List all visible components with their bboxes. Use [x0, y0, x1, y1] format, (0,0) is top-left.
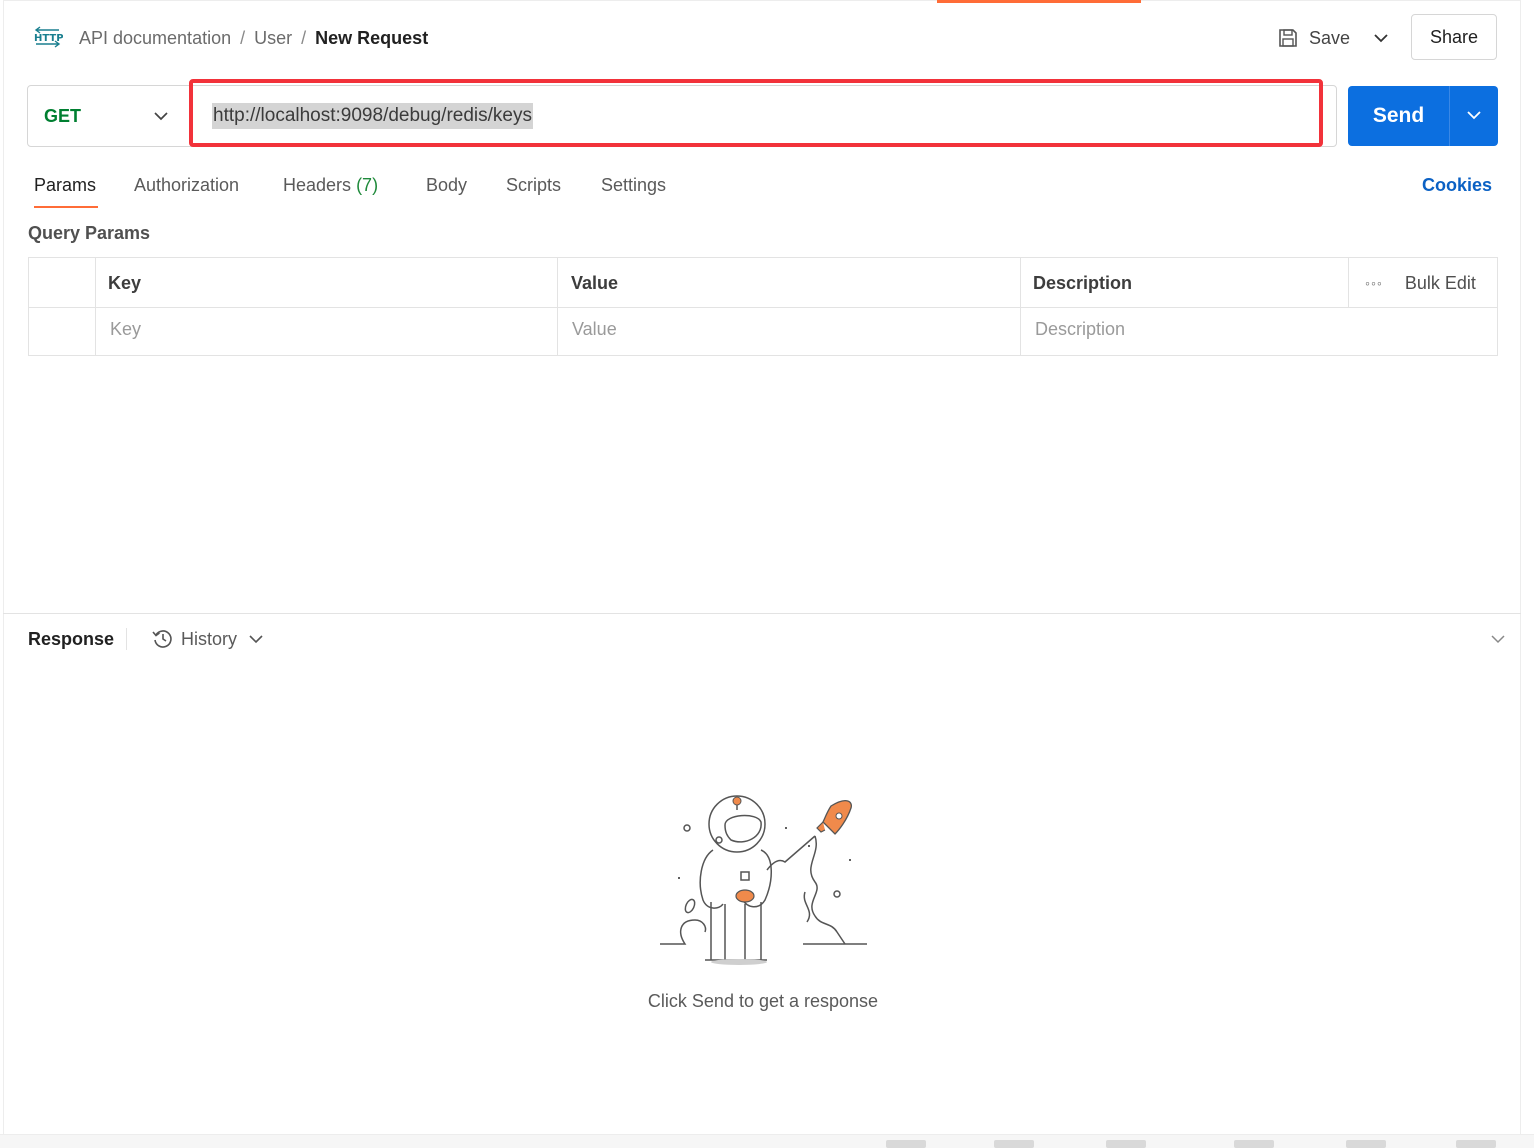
history-icon	[152, 630, 172, 648]
column-divider	[1020, 258, 1021, 355]
share-button[interactable]: Share	[1411, 14, 1497, 60]
send-label: Send	[1372, 104, 1425, 127]
tab-underline	[34, 206, 98, 208]
status-bar	[0, 1134, 1534, 1148]
value-input[interactable]: Value	[572, 316, 617, 342]
save-icon	[1279, 29, 1297, 47]
http-icon: HTTP	[34, 26, 63, 48]
tab-label: Params	[34, 175, 97, 195]
method-select[interactable]: GET	[28, 86, 192, 146]
send-button[interactable]: Send	[1348, 86, 1498, 146]
tab-body[interactable]: Body	[426, 172, 467, 198]
tab-label: Headers	[283, 175, 352, 195]
column-header-key: Key	[108, 273, 142, 293]
request-name[interactable]: New Request	[315, 28, 428, 48]
tab-params[interactable]: Params	[34, 172, 98, 208]
empty-response-message: Click Send to get a response	[647, 991, 879, 1011]
cookies-link[interactable]: Cookies	[1422, 172, 1492, 198]
column-header-description: Description	[1033, 273, 1133, 293]
pane-divider[interactable]	[3, 613, 1521, 614]
chevron-down-icon[interactable]	[1371, 28, 1391, 48]
svg-text:HTTP: HTTP	[34, 33, 63, 44]
breadcrumb-separator: /	[240, 28, 246, 48]
breadcrumb-separator: /	[301, 28, 307, 48]
response-title: Response	[28, 629, 115, 649]
tab-headers[interactable]: Headers (7)	[283, 172, 378, 198]
key-input[interactable]: Key	[110, 316, 141, 342]
breadcrumb: API documentation / User / New Request	[79, 26, 428, 50]
description-input[interactable]: Description	[1035, 316, 1125, 342]
response-separator	[126, 628, 127, 650]
column-divider	[557, 258, 558, 355]
chevron-down-icon	[249, 635, 263, 644]
save-label: Save	[1309, 27, 1351, 48]
chevron-down-icon	[154, 112, 168, 121]
send-divider	[1449, 86, 1450, 146]
history-label: History	[181, 629, 238, 649]
astronaut-illustration	[660, 795, 867, 965]
column-divider	[1348, 258, 1349, 307]
more-options-icon[interactable]: ◦◦◦	[1365, 270, 1383, 296]
bulk-edit-button[interactable]: ◦◦◦ Bulk Edit	[1365, 270, 1476, 296]
tab-settings[interactable]: Settings	[601, 172, 666, 198]
tab-scripts[interactable]: Scripts	[506, 172, 561, 198]
query-params-title: Query Params	[28, 223, 151, 243]
history-dropdown[interactable]: History	[151, 626, 273, 652]
params-table: Key Value Description ◦◦◦ Bulk Edit Key …	[28, 257, 1498, 356]
headers-count: (7)	[356, 175, 379, 195]
url-input[interactable]: http://localhost:9098/debug/redis/keys	[212, 103, 533, 129]
save-button[interactable]: Save	[1277, 22, 1350, 54]
chevron-down-icon[interactable]	[1465, 106, 1483, 124]
column-header-value: Value	[571, 273, 619, 293]
breadcrumb-folder[interactable]: User	[254, 28, 292, 48]
active-tab-indicator	[937, 0, 1141, 3]
bulk-edit-label: Bulk Edit	[1404, 273, 1476, 293]
column-divider	[95, 258, 96, 355]
collapse-response-icon[interactable]	[1489, 630, 1507, 648]
tab-authorization[interactable]: Authorization	[134, 172, 239, 198]
request-header: HTTP API documentation / User / New Request …	[0, 14, 1534, 62]
method-label: GET	[44, 105, 82, 126]
table-header-row	[29, 258, 1497, 308]
breadcrumb-collection[interactable]: API documentation	[79, 28, 231, 48]
